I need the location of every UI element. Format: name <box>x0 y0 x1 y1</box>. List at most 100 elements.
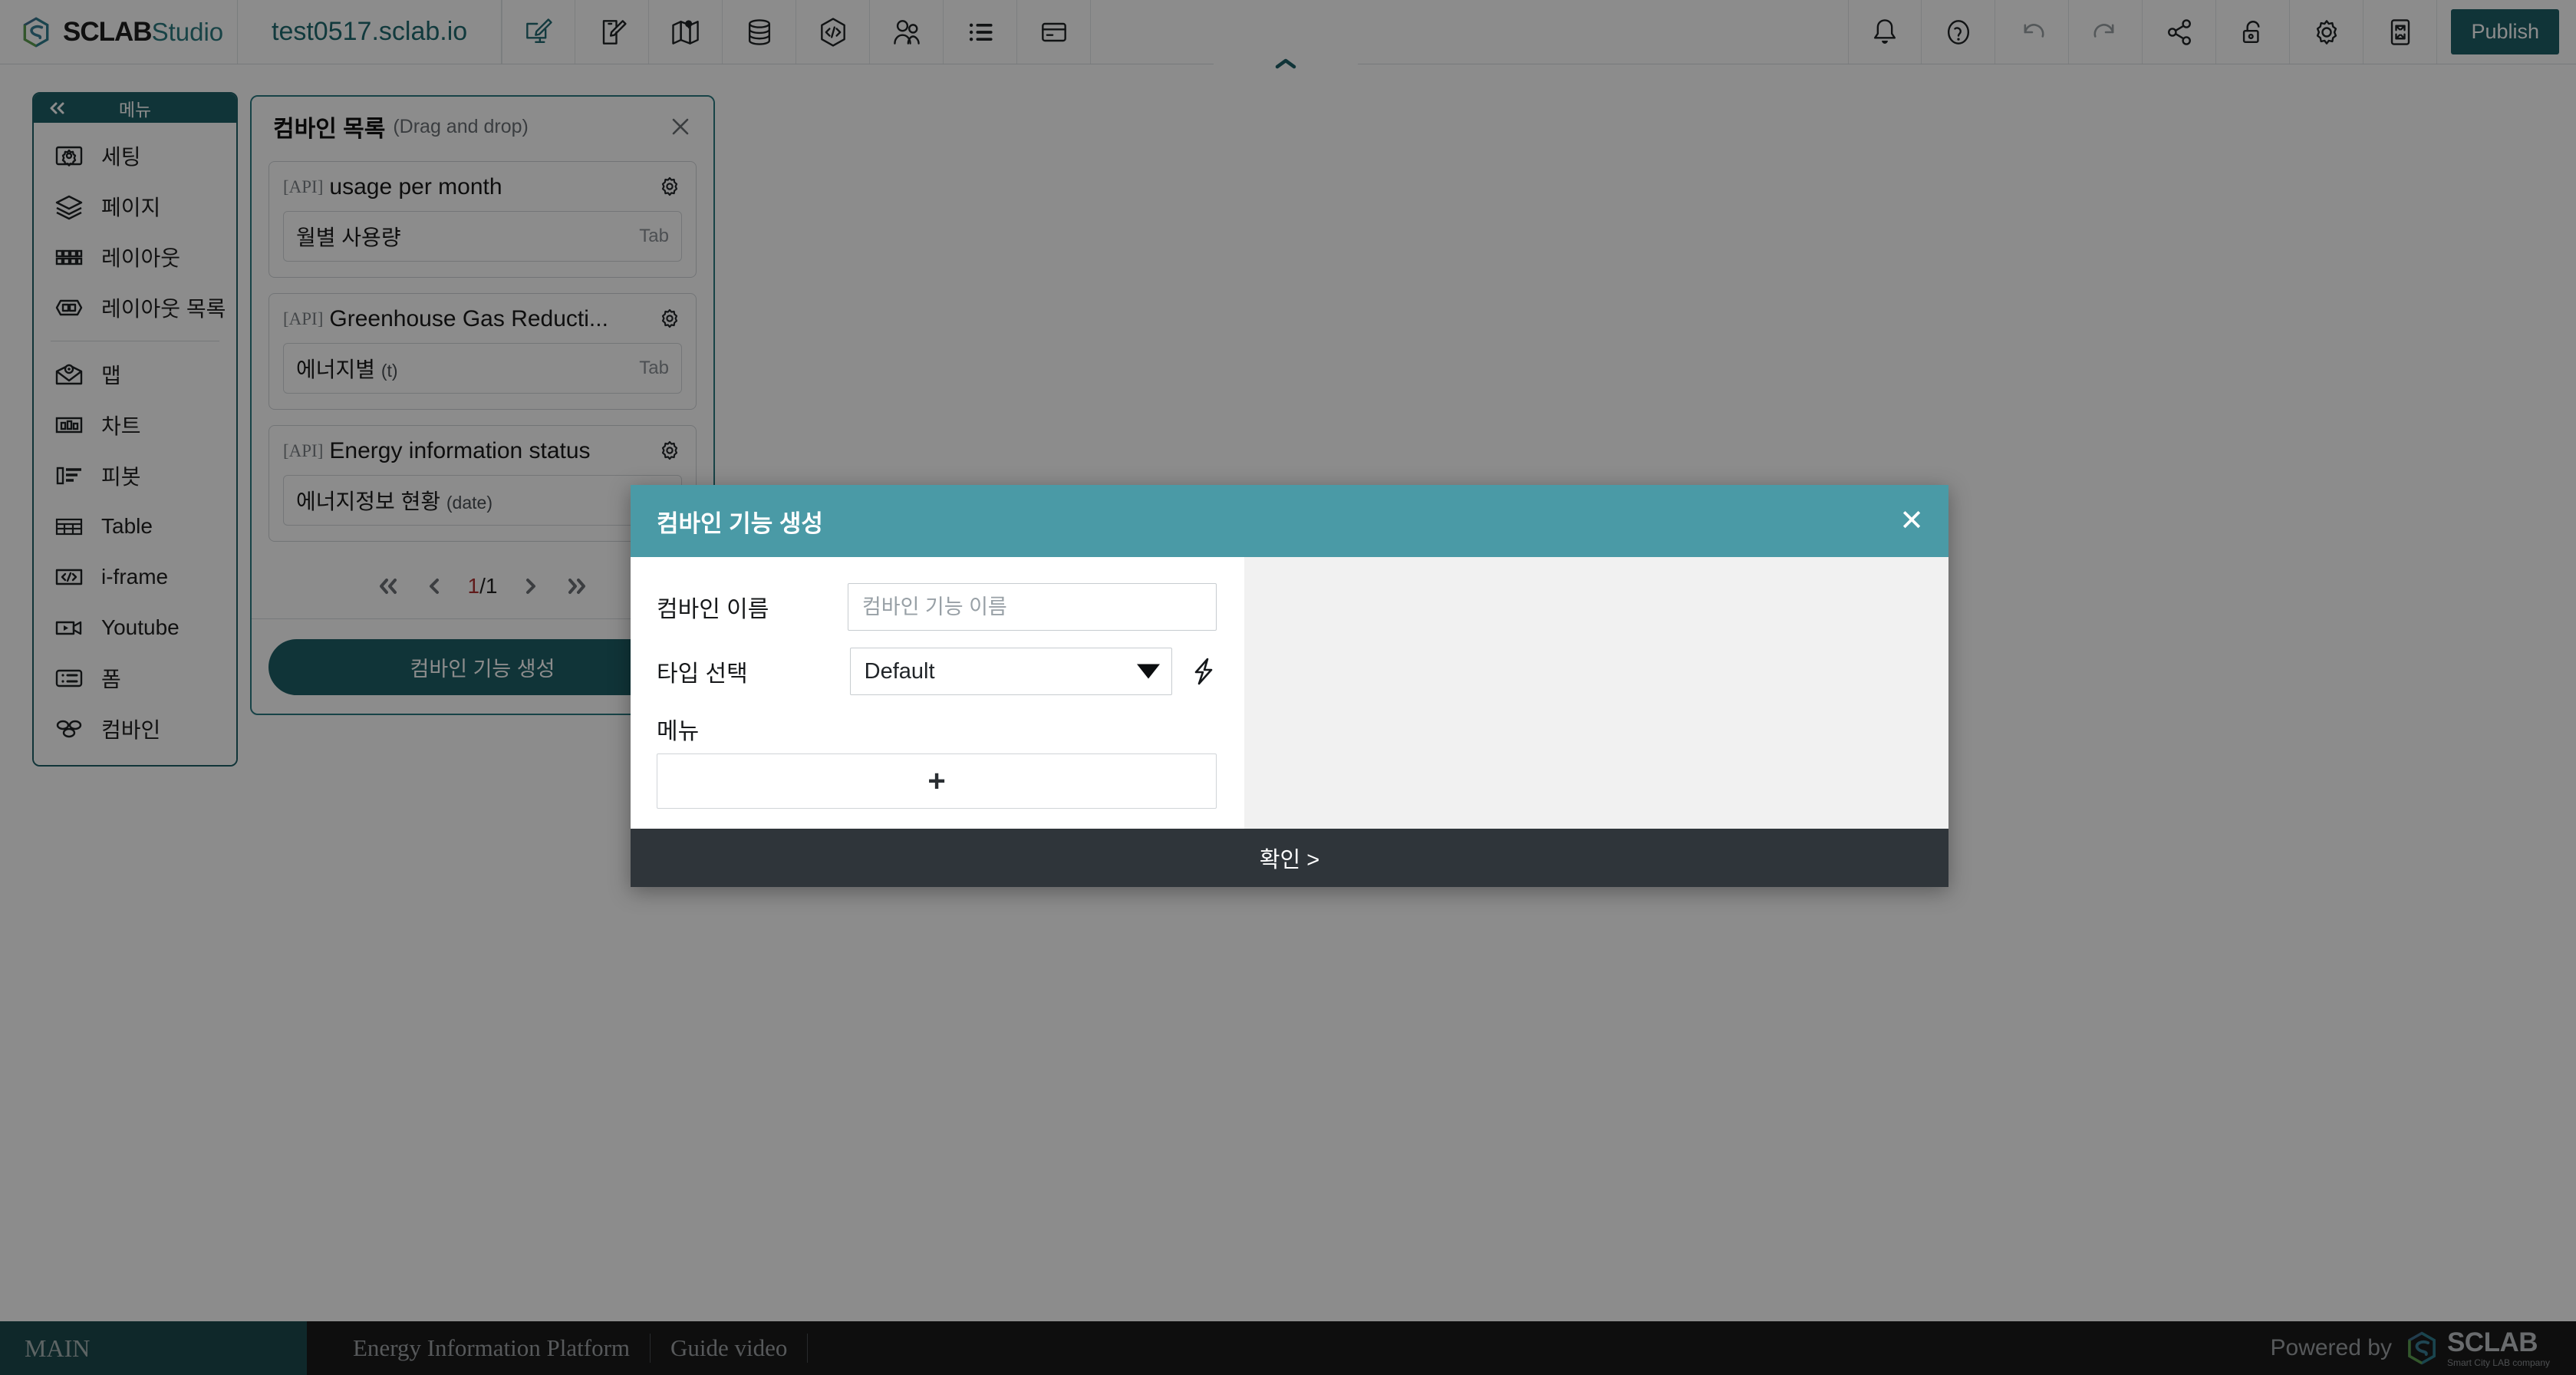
publish-button[interactable]: Publish <box>2451 9 2559 54</box>
modal-body: 컴바인 이름 타입 선택 Default <box>631 557 1948 829</box>
sidebar-item-label: 폼 <box>101 668 121 691</box>
current-page: 1 <box>467 574 480 598</box>
layout-list-icon <box>52 291 86 325</box>
help-icon-button[interactable] <box>1922 0 1996 64</box>
combine-icon <box>52 712 86 746</box>
sidebar-item-label: Table <box>101 514 153 538</box>
type-select[interactable]: Default <box>849 648 1172 695</box>
last-page-icon[interactable] <box>565 575 589 598</box>
unlock-icon-button[interactable] <box>2216 0 2291 64</box>
sidebar-items: 세팅 페이지 레이아웃 레이아웃 목록 맵 차트 피봇 Table i-fram… <box>34 123 236 765</box>
close-icon[interactable]: ✕ <box>1899 506 1924 536</box>
redo-icon-button[interactable] <box>2069 0 2143 64</box>
api-tag: [API] <box>283 441 324 460</box>
combine-panel-title: 컴바인 목록 <box>273 117 386 142</box>
combine-sub-label: 에너지별 (t) <box>296 358 398 381</box>
modal-confirm-button[interactable]: 확인 > <box>631 829 1948 887</box>
sidebar-item-label: 세팅 <box>101 145 141 169</box>
pivot-icon <box>52 459 86 493</box>
collapse-left-icon[interactable] <box>48 101 68 115</box>
mobile-edit-icon-button[interactable] <box>575 0 650 64</box>
list-icon-button[interactable] <box>944 0 1018 64</box>
undo-icon-button[interactable] <box>1995 0 2070 64</box>
combine-card-sub[interactable]: 에너지정보 현황 (date) Tab <box>283 475 682 526</box>
footer-logo-name: SCLAB <box>2446 1327 2538 1357</box>
sidebar-item-form[interactable]: 폼 <box>34 653 236 704</box>
powered-by-label: Powered by <box>2270 1335 2392 1360</box>
combine-card-header: [API] usage per month <box>283 174 682 200</box>
sidebar-item-table[interactable]: Table <box>34 501 236 552</box>
next-page-icon[interactable] <box>519 575 543 598</box>
combine-card[interactable]: [API] usage per month 월별 사용량 Tab <box>268 161 697 278</box>
bottom-link-guide-video[interactable]: Guide video <box>651 1334 807 1362</box>
settings-icon <box>52 139 86 173</box>
gear-icon[interactable] <box>657 439 682 463</box>
combine-card[interactable]: [API] Greenhouse Gas Reducti... 에너지별 (t)… <box>268 293 697 410</box>
sidebar-item-label: i-frame <box>101 565 169 589</box>
plus-icon: + <box>927 764 946 798</box>
sidebar-item-youtube[interactable]: Youtube <box>34 602 236 653</box>
bell-icon-button[interactable] <box>1848 0 1922 64</box>
share-icon-button[interactable] <box>2143 0 2217 64</box>
sidebar-item-setting[interactable]: 세팅 <box>34 130 236 181</box>
users-icon-button[interactable] <box>870 0 944 64</box>
gear-icon[interactable] <box>657 175 682 199</box>
sidebar-item-iframe[interactable]: i-frame <box>34 552 236 602</box>
prev-page-icon[interactable] <box>422 575 446 598</box>
sidebar-item-label: 피봇 <box>101 465 141 489</box>
layers-icon <box>52 190 86 223</box>
combine-sub-tab: Tab <box>639 226 669 246</box>
api-tag: [API] <box>283 309 324 328</box>
sidebar-item-page[interactable]: 페이지 <box>34 181 236 232</box>
modal-preview-panel <box>1244 557 1948 829</box>
chart-icon <box>52 408 86 442</box>
layout-icon <box>52 240 86 274</box>
fullscreen-icon-button[interactable] <box>2364 0 2438 64</box>
database-icon-button[interactable] <box>723 0 797 64</box>
sidebar-item-map[interactable]: 맵 <box>34 349 236 400</box>
lightning-icon[interactable] <box>1189 657 1217 686</box>
table-icon <box>52 509 86 543</box>
sidebar-item-label: 레이아웃 목록 <box>101 297 226 321</box>
sidebar-item-label: 페이지 <box>101 196 161 219</box>
sidebar-item-layout[interactable]: 레이아웃 <box>34 232 236 282</box>
combine-card-sub[interactable]: 월별 사용량 Tab <box>283 211 682 262</box>
create-combine-modal: 컴바인 기능 생성 ✕ 컴바인 이름 타입 선택 Default <box>631 485 1948 887</box>
combine-card-name: Energy information status <box>329 438 591 463</box>
gear-icon[interactable] <box>657 307 682 331</box>
bottom-main-tab[interactable]: MAIN <box>0 1321 307 1375</box>
sidebar-item-label: Youtube <box>101 615 180 639</box>
map-pin-icon <box>52 358 86 391</box>
combine-name-row: 컴바인 이름 <box>657 583 1217 631</box>
sidebar-item-pivot[interactable]: 피봇 <box>34 450 236 501</box>
add-menu-button[interactable]: + <box>657 753 1217 809</box>
sidebar-item-combine[interactable]: 컴바인 <box>34 704 236 754</box>
gear-icon-button[interactable] <box>2290 0 2364 64</box>
menu-section-label: 메뉴 <box>657 719 700 744</box>
combine-sub-label: 에너지정보 현황 (date) <box>296 490 492 513</box>
sclab-logo-icon <box>20 16 52 48</box>
desktop-edit-icon-button[interactable] <box>502 0 576 64</box>
combine-panel-subtitle: (Drag and drop) <box>393 115 529 137</box>
form-icon <box>52 661 86 695</box>
combine-name-label: 컴바인 이름 <box>657 597 769 622</box>
type-select-label: 타입 선택 <box>657 661 748 687</box>
combine-name-input[interactable] <box>847 583 1217 631</box>
type-select-wrap: Default <box>849 648 1172 695</box>
card-icon-button[interactable] <box>1017 0 1092 64</box>
brand-title: SCLABStudio <box>63 17 224 47</box>
page-separator: / <box>479 574 486 598</box>
bottom-link-platform[interactable]: Energy Information Platform <box>333 1334 650 1362</box>
close-icon[interactable] <box>667 114 693 140</box>
brand-logo-area[interactable]: SCLABStudio <box>0 0 238 64</box>
sidebar-item-chart[interactable]: 차트 <box>34 400 236 450</box>
combine-sub-label: 월별 사용량 <box>296 226 401 249</box>
combine-card-sub[interactable]: 에너지별 (t) Tab <box>283 343 682 394</box>
sidebar-item-label: 맵 <box>101 364 121 387</box>
map-icon-button[interactable] <box>649 0 723 64</box>
sidebar-item-layout-list[interactable]: 레이아웃 목록 <box>34 282 236 333</box>
code-icon-button[interactable] <box>796 0 871 64</box>
site-name[interactable]: test0517.sclab.io <box>238 0 502 64</box>
panel-collapse-tab[interactable] <box>1214 52 1358 74</box>
first-page-icon[interactable] <box>376 575 400 598</box>
